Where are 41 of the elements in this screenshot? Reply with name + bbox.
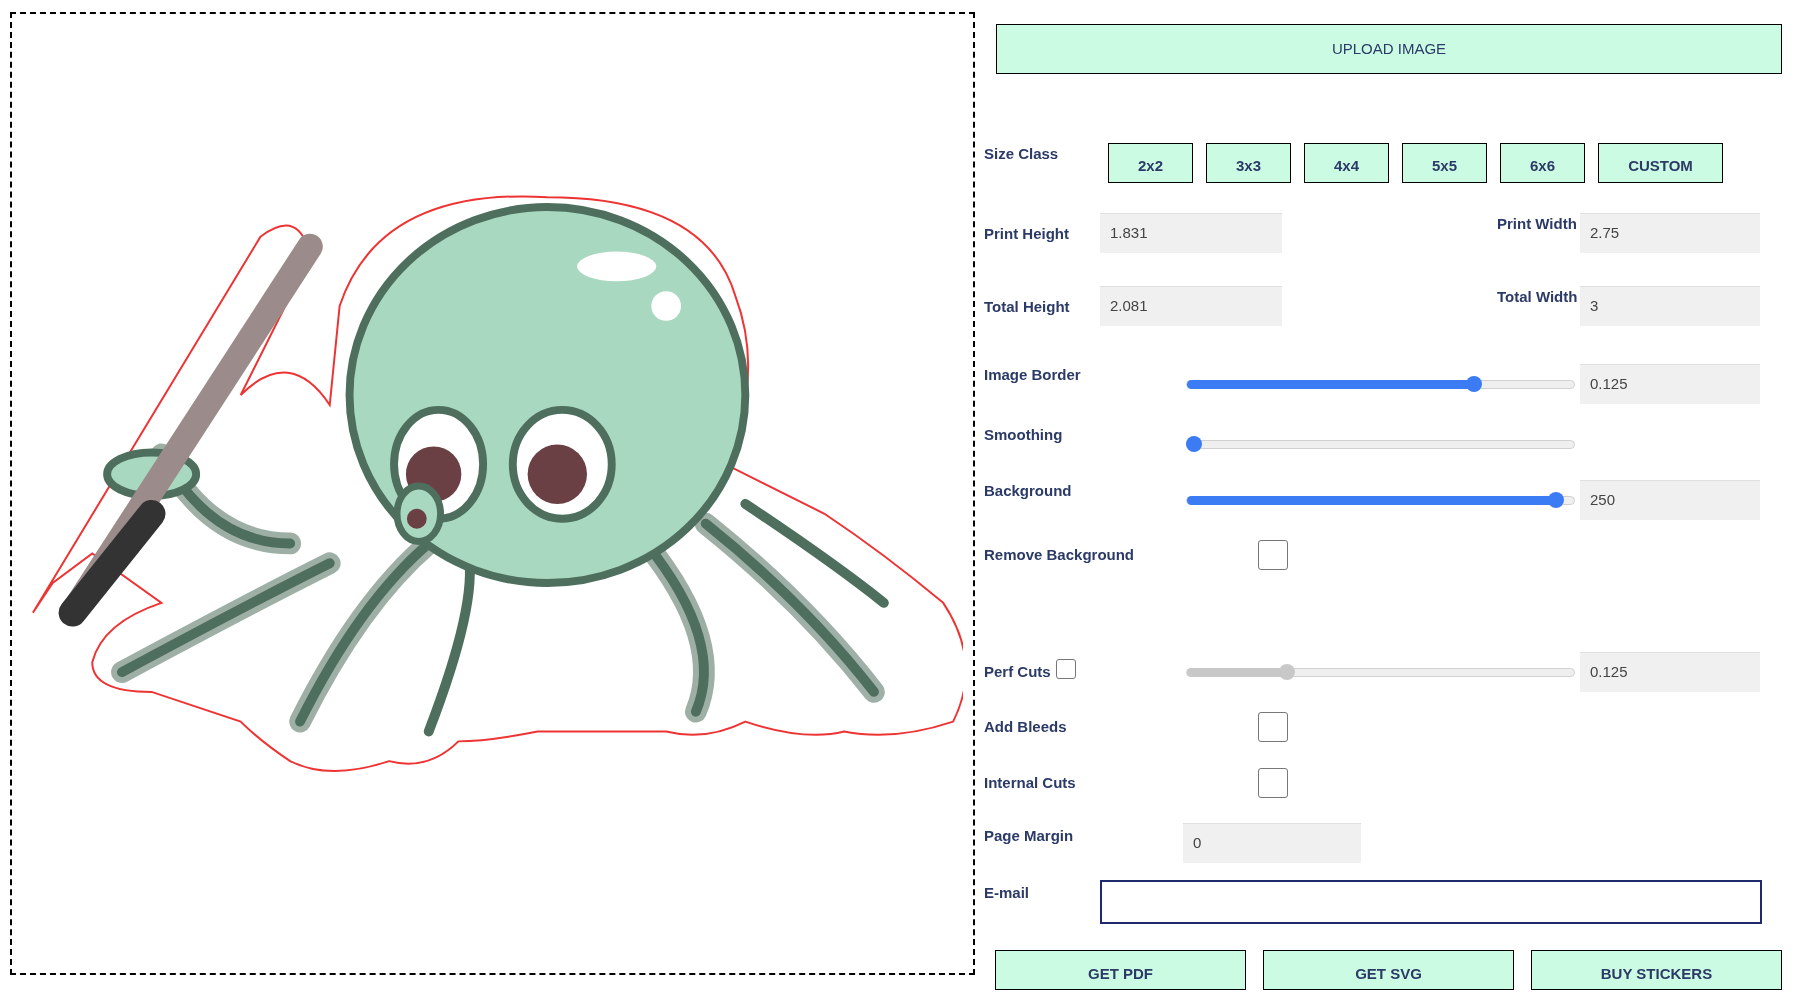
slider-thumb[interactable] [1465, 376, 1482, 392]
action-button[interactable]: BUY STICKERS [1531, 950, 1782, 990]
slider-thumb[interactable] [1547, 492, 1564, 508]
field-label: E-mail [984, 883, 1030, 903]
action-button[interactable]: GET SVG [1263, 950, 1514, 990]
field-label: Total Width [1497, 287, 1579, 307]
number-field[interactable]: 0 [1183, 823, 1361, 863]
field-label: Image Border [984, 365, 1082, 385]
field-label: Add Bleeds [984, 716, 1068, 737]
slider[interactable] [1186, 376, 1575, 392]
number-field[interactable]: 1.831 [1100, 213, 1282, 253]
size-option-button[interactable]: 3x3 [1206, 143, 1291, 183]
size-option-button[interactable]: 5x5 [1402, 143, 1487, 183]
field-label: Remove Background [984, 544, 1136, 565]
email-field[interactable] [1100, 880, 1762, 924]
upload-image-button[interactable]: UPLOAD IMAGE [996, 24, 1782, 74]
field-label: Print Width [1497, 214, 1578, 234]
checkbox[interactable] [1258, 712, 1288, 742]
field-label: Background [984, 481, 1073, 501]
slider-thumb[interactable] [1186, 436, 1202, 452]
number-field[interactable]: 0.125 [1580, 364, 1760, 404]
size-option-button[interactable]: 6x6 [1500, 143, 1585, 183]
number-field[interactable]: 2.081 [1100, 286, 1282, 326]
action-button[interactable]: GET PDF [995, 950, 1246, 990]
size-option-button[interactable]: 4x4 [1304, 143, 1389, 183]
slider[interactable] [1186, 492, 1575, 508]
checkbox[interactable] [1258, 768, 1288, 798]
field-label: Smoothing [984, 425, 1064, 445]
field-label: Internal Cuts [984, 772, 1077, 793]
size-option-button[interactable]: 2x2 [1108, 143, 1193, 183]
number-field[interactable]: 2.75 [1580, 213, 1760, 253]
field-label: Size Class [984, 144, 1060, 164]
number-field[interactable]: 3 [1580, 286, 1760, 326]
field-label: Print Height [984, 223, 1070, 244]
checkbox[interactable] [1258, 540, 1288, 570]
size-option-button[interactable]: CUSTOM [1598, 143, 1723, 183]
field-label: Page Margin [984, 826, 1075, 846]
slider[interactable] [1186, 436, 1575, 452]
number-field[interactable]: 250 [1580, 480, 1760, 520]
field-label: Total Height [984, 296, 1071, 317]
field-label: Perf Cuts [984, 661, 1051, 682]
